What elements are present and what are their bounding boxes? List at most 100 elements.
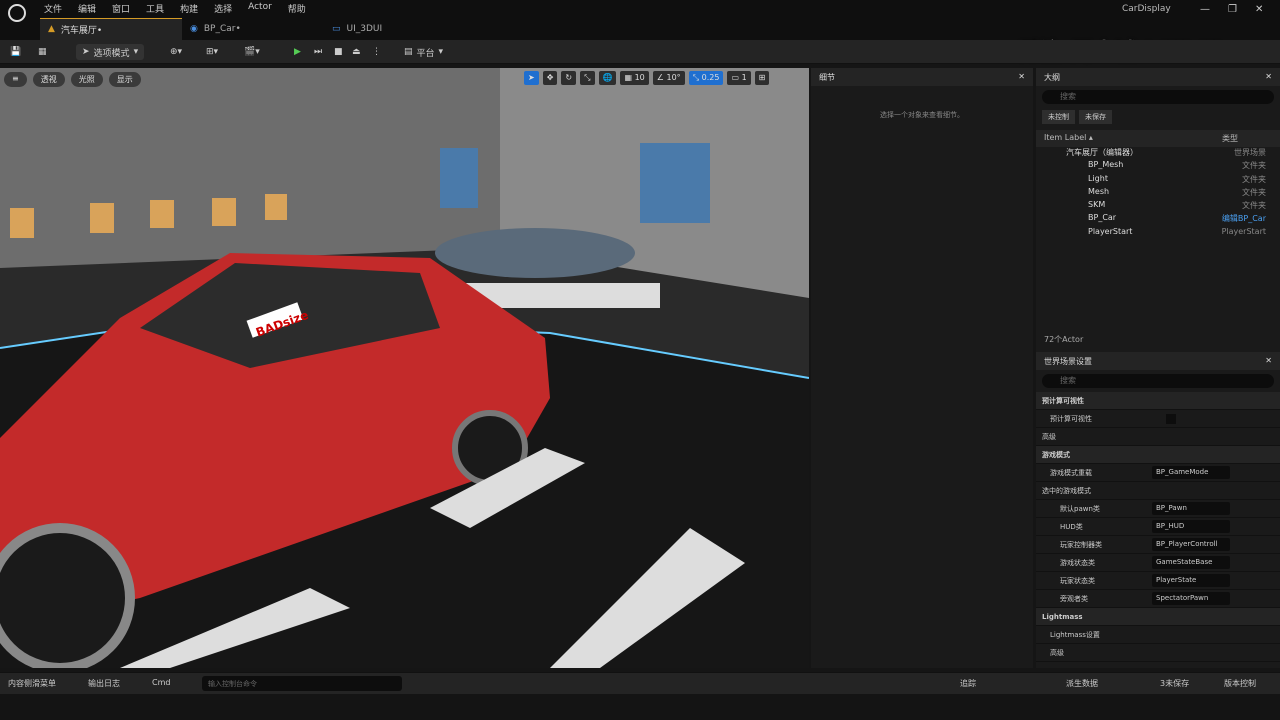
show-button[interactable]: 显示 xyxy=(108,72,141,87)
select-icon[interactable]: ➤ xyxy=(524,71,539,85)
blueprint-icon: ◉ xyxy=(190,23,198,34)
menu-select[interactable]: 选择 xyxy=(214,2,232,15)
scale-value: 0.25 xyxy=(701,73,720,82)
close-icon[interactable]: ✕ xyxy=(1018,72,1025,82)
chip-uncontrolled[interactable]: 未控制 xyxy=(1042,110,1075,124)
list-item[interactable]: Light 文件夹 xyxy=(1036,174,1280,187)
section-game-mode[interactable]: 游戏模式 xyxy=(1036,446,1280,464)
stop-icon[interactable]: ■ xyxy=(334,44,343,60)
grid-snap[interactable]: ▦ 10 xyxy=(620,71,649,85)
list-item[interactable]: BP_Car 编辑BP_Car xyxy=(1036,213,1280,226)
menu-actor[interactable]: Actor xyxy=(248,2,272,15)
close-icon[interactable]: ✕ xyxy=(1265,356,1272,366)
unreal-logo-icon[interactable] xyxy=(8,4,26,22)
item-label: PlayerStart xyxy=(1088,226,1133,236)
item-type: 文件夹 xyxy=(1242,161,1266,171)
angle-snap[interactable]: ∠ 10° xyxy=(652,71,685,85)
output-log-button[interactable]: 输出日志 xyxy=(88,678,120,689)
outliner-search-input[interactable]: 搜索 xyxy=(1042,90,1274,104)
col-type[interactable]: 类型 xyxy=(1222,133,1272,144)
layout-icon[interactable]: ⊞ xyxy=(754,71,770,85)
minimize-icon[interactable]: — xyxy=(1200,4,1210,15)
menu-window[interactable]: 窗口 xyxy=(112,2,130,15)
section-lightmass[interactable]: Lightmass xyxy=(1036,608,1280,626)
item-label: 汽车展厅（编辑器） xyxy=(1066,148,1138,157)
menu-edit[interactable]: 编辑 xyxy=(78,2,96,15)
item-type[interactable]: 编辑BP_Car xyxy=(1222,213,1266,226)
row-label: 默认pawn类 xyxy=(1060,504,1100,513)
chip-unsaved[interactable]: 未保存 xyxy=(1079,110,1112,124)
setting-row[interactable]: 高级 xyxy=(1036,644,1280,662)
world-icon[interactable]: 🌐 xyxy=(598,71,617,85)
menu-tools[interactable]: 工具 xyxy=(146,2,164,15)
content-browser-icon[interactable]: ▦ xyxy=(38,44,47,60)
col-label[interactable]: Item Label ▴ xyxy=(1044,133,1093,144)
eject-icon[interactable]: ⏏ xyxy=(352,44,361,60)
mode-select[interactable]: ➤ 选项模式 ▾ xyxy=(76,44,145,60)
setting-row[interactable]: 选中的游戏模式 xyxy=(1036,482,1280,500)
setting-row[interactable]: 高级 xyxy=(1036,428,1280,446)
tab-bp-car[interactable]: ◉ BP_Car• xyxy=(182,18,324,40)
player-state-dropdown[interactable]: PlayerState xyxy=(1152,574,1230,587)
camera-speed[interactable]: ▭ 1 xyxy=(727,71,751,85)
content-drawer-button[interactable]: 内容侧滑菜单 xyxy=(8,678,56,689)
blueprint-menu-icon[interactable]: ⊞▾ xyxy=(206,44,218,60)
setting-row[interactable]: Lightmass设置 xyxy=(1036,626,1280,644)
more-options-icon[interactable]: ⋮ xyxy=(372,44,381,60)
derived-data-button[interactable]: 派生数据 xyxy=(1066,678,1098,689)
scale-icon[interactable]: ⤡ xyxy=(580,71,595,85)
world-search-input[interactable]: 搜索 xyxy=(1042,374,1274,388)
close-icon[interactable]: ✕ xyxy=(1255,4,1263,15)
list-item[interactable]: 汽车展厅（编辑器） 世界场景 xyxy=(1036,147,1280,160)
rotate-icon[interactable]: ↻ xyxy=(561,71,577,85)
translate-icon[interactable]: ✥ xyxy=(542,71,558,85)
pawn-dropdown[interactable]: BP_Pawn xyxy=(1152,502,1230,515)
list-item[interactable]: Mesh 文件夹 xyxy=(1036,187,1280,200)
row-label: 旁观者类 xyxy=(1060,594,1088,603)
step-icon[interactable]: ⏭ xyxy=(314,44,322,60)
tab-level[interactable]: ▲ 汽车展厅• xyxy=(40,18,182,40)
camera-speed-value: 1 xyxy=(741,73,747,82)
game-mode-dropdown[interactable]: BP_GameMode xyxy=(1152,466,1230,479)
close-icon[interactable]: ✕ xyxy=(1265,72,1272,82)
mode-label: 选项模式 xyxy=(93,48,130,59)
viewport-menu-icon[interactable]: ≡ xyxy=(4,72,27,87)
spectator-dropdown[interactable]: SpectatorPawn xyxy=(1152,592,1230,605)
main-toolbar: 💾 ▦ ➤ 选项模式 ▾ ⊕▾ ⊞▾ 🎬▾ ▶ ⏭ ■ ⏏ ⋮ ▤ 平台 ▾ xyxy=(0,40,1280,64)
list-item[interactable]: SKM 文件夹 xyxy=(1036,200,1280,213)
console-input[interactable]: 输入控制台命令 xyxy=(202,676,402,691)
blue-panel-left xyxy=(440,148,478,208)
add-actor-icon[interactable]: ⊕▾ xyxy=(170,44,182,60)
level-viewport[interactable]: BADsize ≡ 透视 光照 显示 ➤ ✥ ↻ ⤡ 🌐 ▦ 10 ∠ 10° … xyxy=(0,68,809,668)
list-item[interactable]: BP_Mesh 文件夹 xyxy=(1036,160,1280,173)
play-icon[interactable]: ▶ xyxy=(294,44,301,60)
menu-file[interactable]: 文件 xyxy=(44,2,62,15)
maximize-icon[interactable]: ❐ xyxy=(1228,4,1237,15)
lit-button[interactable]: 光照 xyxy=(70,72,103,87)
hud-dropdown[interactable]: BP_HUD xyxy=(1152,520,1230,533)
controller-dropdown[interactable]: BP_PlayerControll xyxy=(1152,538,1230,551)
menu-help[interactable]: 帮助 xyxy=(288,2,306,15)
cinematics-icon[interactable]: 🎬▾ xyxy=(244,44,260,60)
viewport-left-toolbar: ≡ 透视 光照 显示 xyxy=(4,72,141,87)
item-type: 文件夹 xyxy=(1242,174,1266,184)
tab-ui-3dui[interactable]: ▭ UI_3DUI xyxy=(324,18,466,40)
item-label: Light xyxy=(1088,173,1108,183)
window-controls: — ❐ ✕ xyxy=(1200,4,1263,15)
scale-snap[interactable]: ⤡ 0.25 xyxy=(688,71,724,85)
game-state-dropdown[interactable]: GameStateBase xyxy=(1152,556,1230,569)
platform-button[interactable]: ▤ 平台 ▾ xyxy=(404,44,443,60)
row-label: 游戏模式重载 xyxy=(1050,468,1092,477)
outliner-header: 大纲 ✕ xyxy=(1036,68,1280,86)
list-item[interactable]: PlayerStart PlayerStart xyxy=(1036,227,1280,240)
trace-button[interactable]: 追踪 xyxy=(960,678,976,689)
checkbox[interactable] xyxy=(1166,413,1176,424)
source-control-button[interactable]: 版本控制 xyxy=(1224,678,1256,689)
unsaved-button[interactable]: 3未保存 xyxy=(1160,678,1189,689)
filter-chips: 未控制 未保存 xyxy=(1036,108,1280,126)
menu-build[interactable]: 构建 xyxy=(180,2,198,15)
perspective-button[interactable]: 透视 xyxy=(32,72,65,87)
cmd-dropdown[interactable]: Cmd xyxy=(152,678,170,687)
section-precomputed-visibility[interactable]: 预计算可视性 xyxy=(1036,392,1280,410)
save-icon[interactable]: 💾 xyxy=(10,44,21,60)
